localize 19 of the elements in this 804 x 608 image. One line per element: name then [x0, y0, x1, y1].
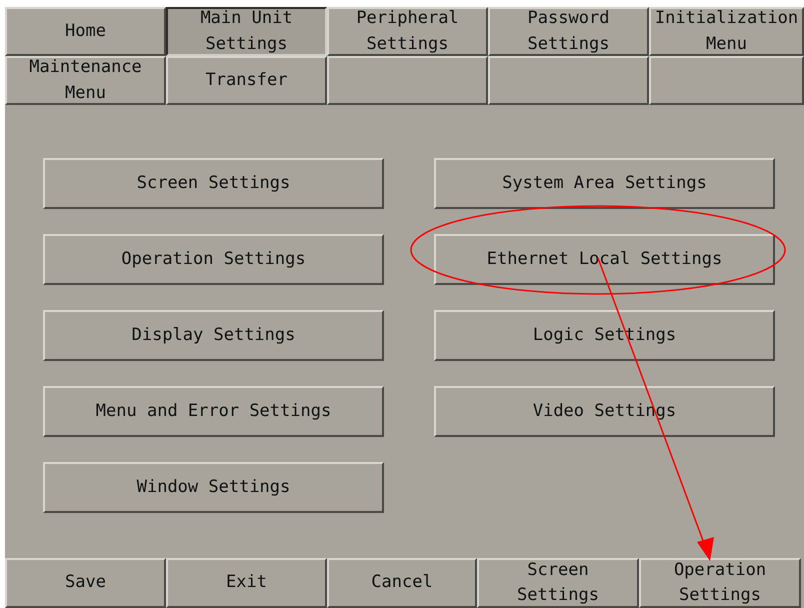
menu-tab[interactable]: Password Settings — [488, 7, 649, 56]
screen-settings-button[interactable]: Screen Settings — [477, 558, 639, 608]
menu-tab[interactable]: Initialization Menu — [649, 7, 804, 56]
exit-button[interactable]: Exit — [166, 558, 327, 608]
menu-tab[interactable]: Home — [5, 7, 166, 56]
menu-tab[interactable]: Transfer — [166, 56, 327, 105]
operation-settings-button[interactable]: Operation Settings — [639, 558, 801, 608]
settings-button[interactable]: Display Settings — [43, 310, 384, 361]
menu-tab[interactable]: Peripheral Settings — [327, 7, 488, 56]
cancel-button[interactable]: Cancel — [327, 558, 477, 608]
settings-button[interactable]: Window Settings — [43, 462, 384, 513]
settings-button[interactable]: Operation Settings — [43, 234, 384, 285]
settings-button[interactable]: Ethernet Local Settings — [434, 234, 775, 285]
menu-tab[interactable]: Main Unit Settings — [166, 7, 327, 56]
save-button[interactable]: Save — [5, 558, 166, 608]
settings-button[interactable]: Screen Settings — [43, 158, 384, 209]
settings-button[interactable]: Menu and Error Settings — [43, 386, 384, 437]
menu-tab[interactable]: Maintenance Menu — [5, 56, 166, 105]
settings-button[interactable]: System Area Settings — [434, 158, 775, 209]
